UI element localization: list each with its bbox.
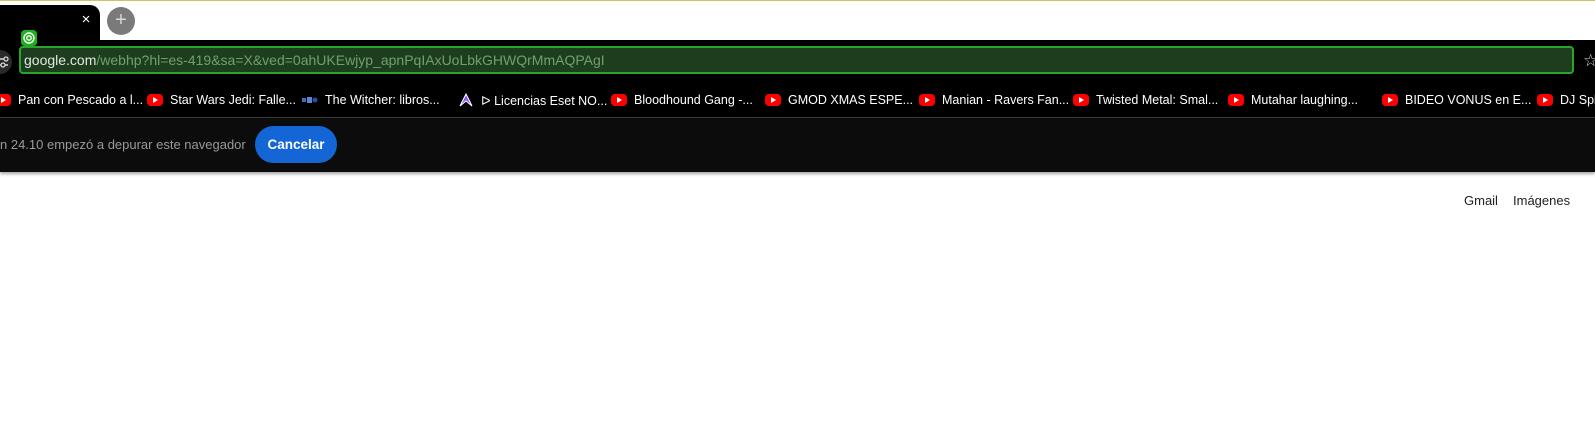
bookmark-label: Bloodhound Gang -... xyxy=(634,93,753,107)
site-icon xyxy=(302,92,318,108)
close-icon[interactable]: × xyxy=(78,12,94,28)
bookmark-item[interactable]: The Witcher: libros... xyxy=(302,91,440,109)
youtube-icon xyxy=(0,94,11,106)
bookmark-label: GMOD XMAS ESPE... xyxy=(788,93,914,107)
bookmark-label: Twisted Metal: Smal... xyxy=(1096,93,1219,107)
bookmark-label: The Witcher: libros... xyxy=(325,93,440,107)
bookmark-item[interactable]: Mutahar laughing... xyxy=(1228,91,1358,109)
radar-icon xyxy=(21,30,37,46)
bookmark-label: Manian - Ravers Fan... xyxy=(942,93,1070,107)
bookmark-star-icon[interactable]: ☆ xyxy=(1583,51,1595,71)
bookmark-label: Mutahar laughing... xyxy=(1251,93,1359,107)
youtube-icon xyxy=(1073,94,1089,106)
bookmark-item[interactable]: Bloodhound Gang -... xyxy=(611,91,753,109)
new-tab-button[interactable]: + xyxy=(107,7,135,35)
bookmark-item[interactable]: Star Wars Jedi: Falle... xyxy=(147,91,296,109)
debug-infobar: n 24.10 empezó a depurar este navegador … xyxy=(0,118,1595,172)
bookmark-label: Pan con Pescado a l... xyxy=(18,93,144,107)
images-link[interactable]: Imágenes xyxy=(1513,193,1570,208)
tab-strip: × + xyxy=(0,0,1595,41)
url-host: google.com xyxy=(24,52,97,68)
bookmark-label: BIDEO VONUS en E... xyxy=(1405,93,1532,107)
youtube-icon xyxy=(919,94,935,106)
infobar-message: n 24.10 empezó a depurar este navegador xyxy=(0,137,246,152)
bookmark-label: ᐅ Licencias Eset NO... xyxy=(481,93,608,108)
gmail-link[interactable]: Gmail xyxy=(1464,193,1498,208)
bookmark-item[interactable]: Pan con Pescado a l... xyxy=(0,91,143,109)
bookmark-item[interactable]: Manian - Ravers Fan... xyxy=(919,91,1069,109)
bookmark-item[interactable]: GMOD XMAS ESPE... xyxy=(765,91,913,109)
cancel-button[interactable]: Cancelar xyxy=(255,126,337,163)
youtube-icon xyxy=(147,94,163,106)
bookmark-item[interactable]: ᐅ Licencias Eset NO... xyxy=(458,91,607,109)
bookmarks-bar: Pan con Pescado a l... Star Wars Jedi: F… xyxy=(0,82,1595,118)
purple-logo-icon xyxy=(458,92,474,108)
bookmark-label: Star Wars Jedi: Falle... xyxy=(170,93,296,107)
site-settings-icon[interactable] xyxy=(0,50,12,74)
youtube-icon xyxy=(611,94,627,106)
youtube-icon xyxy=(1382,94,1398,106)
active-tab[interactable]: × xyxy=(0,5,100,41)
bookmark-item[interactable]: Twisted Metal: Smal... xyxy=(1073,91,1218,109)
youtube-icon xyxy=(1228,94,1244,106)
bookmark-label: DJ Spla xyxy=(1560,93,1595,107)
youtube-icon xyxy=(1537,94,1553,106)
bookmark-item[interactable]: DJ Spla xyxy=(1537,91,1595,109)
address-bar[interactable]: google.com/webhp?hl=es-419&sa=X&ved=0ahU… xyxy=(19,46,1574,74)
url-path: /webhp?hl=es-419&sa=X&ved=0ahUKEwjyp_apn… xyxy=(96,52,605,68)
youtube-icon xyxy=(765,94,781,106)
browser-toolbar: google.com/webhp?hl=es-419&sa=X&ved=0ahU… xyxy=(0,40,1595,82)
bookmark-item[interactable]: BIDEO VONUS en E... xyxy=(1382,91,1531,109)
